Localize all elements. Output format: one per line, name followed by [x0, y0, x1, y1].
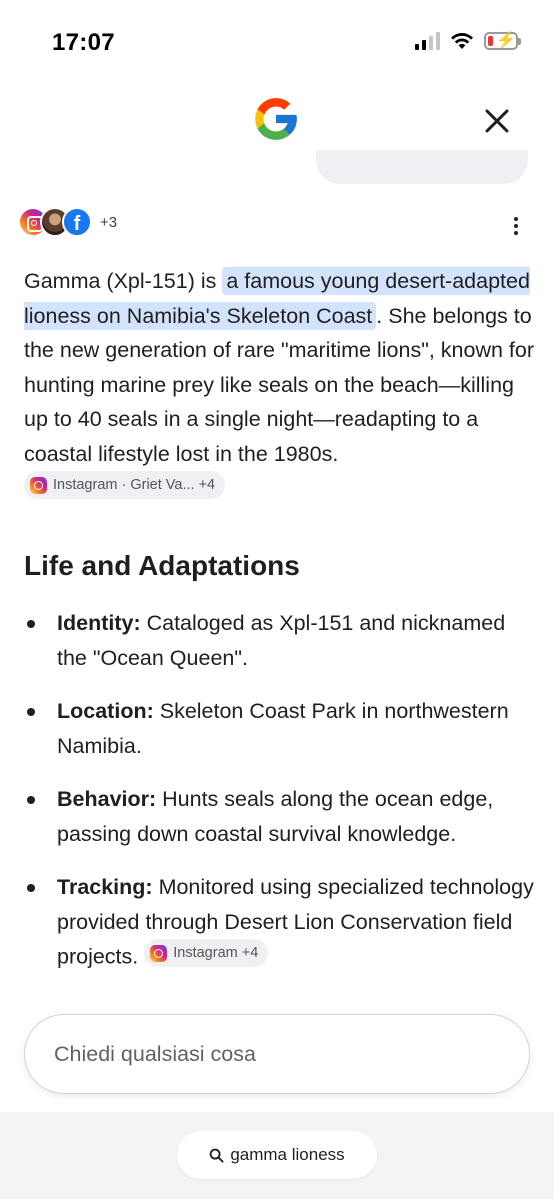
intro-text: Gamma (Xpl-151) is: [24, 269, 223, 293]
close-button[interactable]: [480, 104, 514, 138]
battery-charging-icon: ⚡: [484, 32, 521, 50]
more-options-icon[interactable]: [506, 213, 526, 239]
facebook-icon: f: [62, 207, 92, 237]
bullet-label: Location:: [57, 699, 154, 723]
bullet-label: Tracking:: [57, 875, 153, 899]
cellular-signal-icon: [415, 32, 440, 50]
search-icon: [209, 1148, 224, 1163]
section-title: Life and Adaptations: [24, 550, 300, 581]
list-item: Tracking: Monitored using specialized te…: [24, 870, 534, 974]
previous-query-bubble: [316, 150, 528, 184]
source-chip[interactable]: Instagram · Griet Va... +4: [24, 471, 226, 499]
search-query-label: gamma lioness: [230, 1145, 345, 1164]
list-item: Behavior: Hunts seals along the ocean ed…: [24, 782, 534, 851]
search-query-pill[interactable]: gamma lioness: [177, 1131, 377, 1179]
list-item: Location: Skeleton Coast Park in northwe…: [24, 694, 534, 763]
answer-intro: Gamma (Xpl-151) is a famous young desert…: [24, 264, 534, 506]
instagram-icon: [30, 476, 47, 494]
bullet-label: Behavior:: [57, 787, 157, 811]
ask-input[interactable]: Chiedi qualsiasi cosa: [24, 1014, 530, 1094]
status-icons: ⚡: [415, 32, 521, 50]
wifi-icon: [451, 33, 473, 49]
sources-row[interactable]: f +3: [18, 207, 117, 237]
source-chip-label: Instagram · Griet Va... +4: [53, 477, 216, 493]
ask-input-placeholder: Chiedi qualsiasi cosa: [54, 1041, 256, 1066]
sources-count: +3: [100, 213, 118, 231]
bullet-list: Identity: Cataloged as Xpl-151 and nickn…: [24, 606, 534, 993]
bullet-label: Identity:: [57, 611, 141, 635]
list-item: Identity: Cataloged as Xpl-151 and nickn…: [24, 606, 534, 675]
source-chip-label: Instagram +4: [173, 945, 259, 961]
status-time: 17:07: [52, 29, 115, 56]
google-g-icon: [255, 98, 297, 140]
battery-level: [488, 36, 493, 46]
instagram-icon: [150, 944, 168, 962]
charging-bolt-icon: ⚡: [496, 32, 516, 49]
source-chip[interactable]: Instagram +4: [144, 939, 269, 967]
